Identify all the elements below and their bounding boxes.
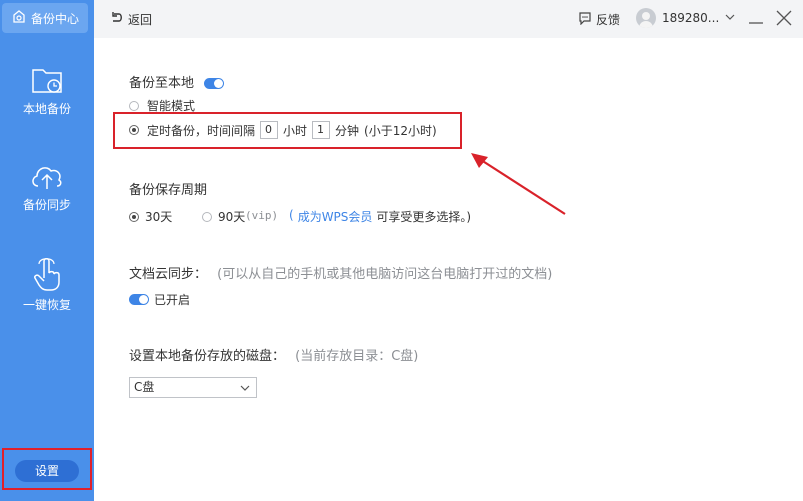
- username: 189280...: [662, 11, 720, 25]
- backup-center-icon: [11, 9, 27, 28]
- minimize-button[interactable]: [746, 8, 766, 28]
- timed-backup-label: 定时备份，时间间隔: [147, 123, 256, 138]
- back-arrow-icon: [110, 11, 124, 28]
- retention-90-option[interactable]: 90天: [202, 208, 245, 225]
- minutes-unit: 分钟: [335, 123, 360, 138]
- disk-title: 设置本地备份存放的磁盘：: [129, 349, 286, 364]
- back-label: 返回: [128, 13, 153, 27]
- minimize-icon: [746, 17, 766, 31]
- back-button[interactable]: 返回: [110, 11, 152, 28]
- interval-limit-note: (小于12小时): [364, 123, 437, 138]
- sidebar-item-label: 备份同步: [22, 198, 71, 212]
- local-backup-title-text: 备份至本地: [129, 76, 195, 91]
- disk-section-title: 设置本地备份存放的磁盘： (当前存放目录：C盘): [129, 345, 418, 364]
- chevron-down-icon: [725, 11, 735, 25]
- wps-member-link[interactable]: 成为WPS会员: [298, 208, 373, 225]
- disk-hint: (当前存放目录：C盘): [295, 349, 419, 364]
- avatar: [636, 8, 656, 28]
- sidebar-item-backup-sync[interactable]: 备份同步: [0, 160, 94, 240]
- minutes-input[interactable]: 1: [312, 121, 331, 139]
- sidebar: 备份中心 本地备份 备份同步 一键恢复 设置: [0, 0, 94, 501]
- backup-center-header: 备份中心: [2, 3, 88, 33]
- retention-30-label: 30天: [145, 210, 173, 224]
- sidebar-item-label: 本地备份: [22, 102, 71, 116]
- close-icon: [774, 10, 794, 31]
- user-account-menu[interactable]: 189280...: [636, 8, 735, 28]
- timed-backup-radio[interactable]: [129, 125, 139, 135]
- paren-open: (: [289, 208, 294, 222]
- annotation-arrow-icon: [471, 153, 566, 215]
- settings-highlight-box: 设置: [2, 448, 92, 490]
- hours-input[interactable]: 0: [260, 121, 279, 139]
- cloud-sync-title: 文档云同步：: [129, 267, 208, 282]
- retention-section-title: 备份保存周期: [129, 183, 208, 198]
- settings-panel: 备份至本地 智能模式 定时备份，时间间隔 0 小时 1 分钟 (小于12小时) …: [94, 38, 803, 501]
- cloud-sync-toggle[interactable]: [129, 294, 149, 305]
- hand-tap-icon: [0, 256, 94, 292]
- wps-membership-note: ( 成为WPS会员 可享受更多选择。): [289, 208, 471, 225]
- top-bar: 返回 反馈 189280...: [94, 0, 803, 38]
- close-button[interactable]: [774, 8, 794, 28]
- disk-select[interactable]: C盘: [129, 377, 257, 398]
- cloud-sync-section-title: 文档云同步： (可以从自己的手机或其他电脑访问这台电脑打开过的文档): [129, 263, 552, 282]
- cloud-sync-status: 已开启: [129, 291, 190, 308]
- vip-tag: (vip): [245, 209, 279, 222]
- settings-button[interactable]: 设置: [15, 460, 79, 482]
- sidebar-item-local-backup[interactable]: 本地备份: [0, 64, 94, 144]
- feedback-button[interactable]: 反馈: [578, 11, 620, 28]
- more-options-text: 可享受更多选择。): [376, 210, 472, 224]
- sidebar-item-one-click-restore[interactable]: 一键恢复: [0, 256, 94, 336]
- local-backup-section-title: 备份至本地: [129, 72, 225, 91]
- disk-select-value: C盘: [134, 380, 155, 394]
- retention-90-label: 90天: [218, 210, 246, 224]
- cloud-upload-icon: [0, 160, 94, 192]
- timed-backup-option[interactable]: 定时备份，时间间隔 0 小时 1 分钟 (小于12小时): [129, 121, 437, 139]
- cloud-sync-hint: (可以从自己的手机或其他电脑访问这台电脑打开过的文档): [217, 267, 553, 282]
- feedback-label: 反馈: [596, 13, 621, 27]
- retention-30-option[interactable]: 30天: [129, 208, 172, 225]
- local-backup-icon: [0, 64, 94, 96]
- sidebar-item-label: 一键恢复: [22, 298, 71, 312]
- cloud-sync-status-label: 已开启: [154, 293, 191, 307]
- smart-mode-radio[interactable]: [129, 100, 139, 111]
- hours-unit: 小时: [283, 123, 308, 138]
- feedback-icon: [578, 11, 592, 28]
- backup-center-title: 备份中心: [30, 11, 79, 26]
- retention-90-radio[interactable]: [202, 211, 212, 222]
- retention-30-radio[interactable]: [129, 211, 139, 222]
- local-backup-toggle[interactable]: [204, 78, 225, 89]
